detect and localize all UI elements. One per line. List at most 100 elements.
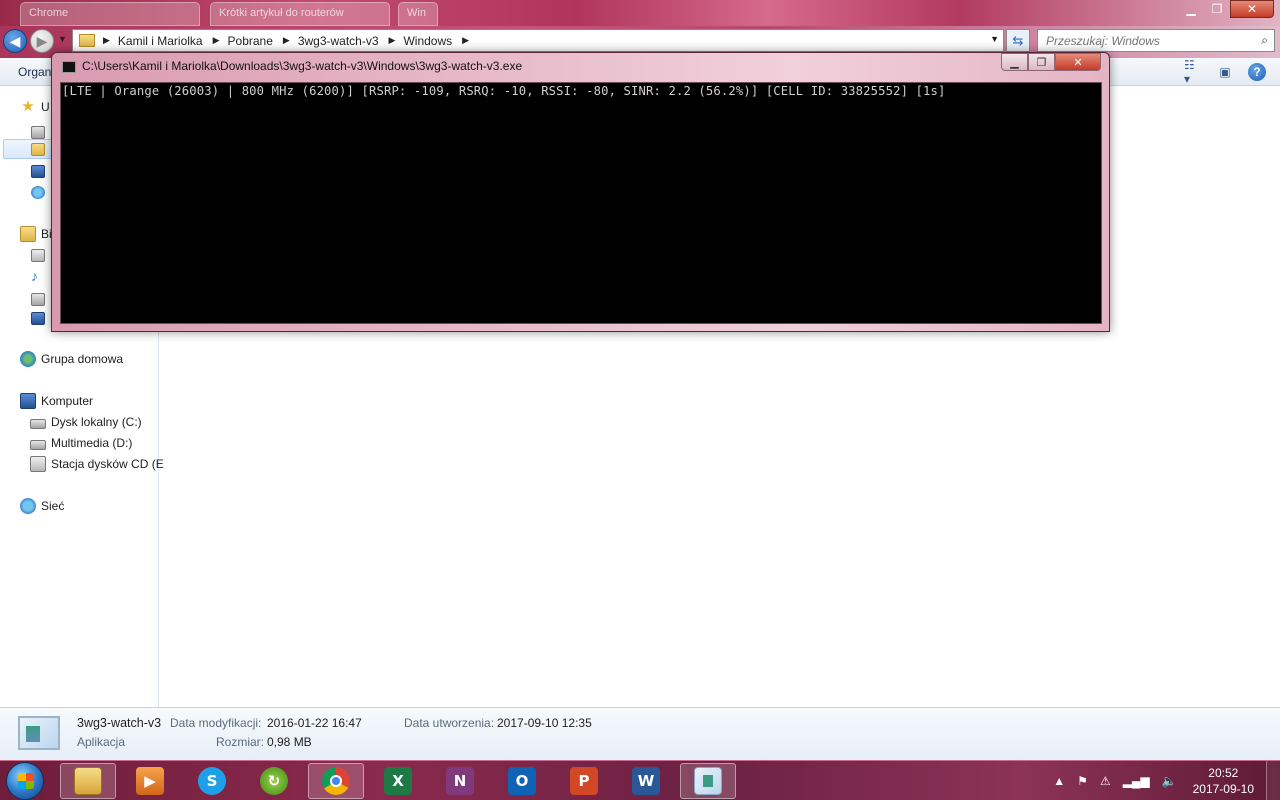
console-output-line: [LTE | Orange (26003) | 800 MHz (6200)] … — [62, 84, 946, 98]
taskbar: ▶ S ↻ X N O P W ▲ ⚑ ⚠ ▂▄▆ 🔈 20:52 2017-0… — [0, 760, 1280, 800]
nav-favorite-item[interactable] — [31, 161, 45, 181]
nav-library-videos[interactable] — [31, 308, 45, 328]
nav-library-music[interactable]: ♪ — [31, 266, 45, 286]
nav-drive-c[interactable]: Dysk lokalny (C:) — [30, 412, 142, 432]
taskbar-recycle[interactable]: ↻ — [246, 763, 302, 799]
word-icon: W — [632, 767, 660, 795]
console-output-area[interactable]: [LTE | Orange (26003) | 800 MHz (6200)] … — [60, 82, 1102, 324]
documents-icon — [31, 248, 45, 262]
action-center-flag-icon[interactable]: ⚑ — [1077, 774, 1088, 788]
chevron-right-icon[interactable]: ▶ — [103, 35, 110, 46]
refresh-button[interactable]: ⇆ — [1006, 29, 1030, 52]
chevron-right-icon[interactable]: ▶ — [462, 35, 469, 46]
signal-strength-icon[interactable]: ▂▄▆ — [1123, 774, 1150, 788]
recent-pages-dropdown[interactable]: ▼ — [58, 34, 67, 44]
computer-icon — [20, 393, 36, 409]
search-icon[interactable]: ⌕ — [1261, 33, 1268, 48]
arrow-left-icon: ◀ — [9, 32, 21, 49]
nav-label: Dysk lokalny (C:) — [51, 415, 142, 429]
file-type: Aplikacja — [77, 735, 126, 749]
close-button[interactable]: ✕ — [1230, 0, 1274, 18]
desktop-icon — [31, 125, 45, 139]
preview-pane-icon[interactable]: ▣ — [1216, 64, 1234, 80]
nav-favorite-item[interactable] — [31, 120, 45, 140]
chevron-right-icon[interactable]: ▶ — [283, 35, 290, 46]
console-maximize-button[interactable]: ❐ — [1028, 53, 1055, 71]
nav-library-documents[interactable] — [31, 245, 45, 265]
help-icon[interactable]: ? — [1248, 63, 1266, 81]
chevron-right-icon[interactable]: ▶ — [389, 35, 396, 46]
taskbar-explorer[interactable] — [60, 763, 116, 799]
cloud-icon — [31, 185, 45, 199]
skype-icon: S — [198, 767, 226, 795]
breadcrumb-item[interactable]: Pobrane — [228, 34, 273, 48]
browser-tab-chrome[interactable]: Chrome — [20, 2, 200, 26]
breadcrumb-item[interactable]: Windows — [403, 34, 452, 48]
address-bar[interactable]: ▶ Kamil i Mariolka ▶ Pobrane ▶ 3wg3-watc… — [72, 29, 1004, 52]
breadcrumb: ▶ Kamil i Mariolka ▶ Pobrane ▶ 3wg3-watc… — [103, 34, 477, 48]
show-hidden-icons-icon[interactable]: ▲ — [1053, 774, 1065, 788]
details-pane: 3wg3-watch-v3 Aplikacja Data modyfikacji… — [0, 707, 1280, 760]
start-button[interactable] — [6, 762, 44, 800]
breadcrumb-item[interactable]: 3wg3-watch-v3 — [298, 34, 379, 48]
console-minimize-button[interactable]: ▁ — [1001, 53, 1028, 71]
chevron-right-icon[interactable]: ▶ — [213, 35, 220, 46]
taskbar-chrome[interactable] — [308, 763, 364, 799]
created-label: Data utworzenia: — [404, 716, 495, 730]
taskbar-excel[interactable]: X — [370, 763, 426, 799]
console-window[interactable]: C:\Users\Kamil i Mariolka\Downloads\3wg3… — [51, 52, 1110, 332]
console-close-button[interactable]: ✕ — [1055, 53, 1101, 71]
nav-label: Multimedia (D:) — [51, 436, 133, 450]
search-box[interactable]: ⌕ — [1037, 29, 1275, 52]
nav-drive-cd[interactable]: Stacja dysków CD (E — [30, 454, 164, 474]
nav-homegroup[interactable]: Grupa domowa — [20, 349, 123, 369]
browser-tab-label: Win — [407, 7, 426, 19]
console-icon — [62, 61, 76, 73]
size-label: Rozmiar: — [216, 735, 265, 749]
nav-drive-d[interactable]: Multimedia (D:) — [30, 433, 132, 453]
address-dropdown-icon[interactable]: ▼ — [990, 34, 999, 44]
nav-downloads[interactable] — [31, 139, 45, 159]
browser-tab-win[interactable]: Win — [398, 2, 438, 26]
usb-device-icon[interactable]: ⚠ — [1100, 774, 1111, 788]
aero-title-strip: Chrome Krótki artykuł do routerów Win ▁ … — [0, 0, 1280, 26]
search-input[interactable] — [1046, 33, 1246, 48]
recent-places-icon — [31, 164, 45, 178]
browser-tab-article[interactable]: Krótki artykuł do routerów — [210, 2, 390, 26]
explorer-icon — [74, 767, 102, 795]
taskbar-word[interactable]: W — [618, 763, 674, 799]
show-desktop-button[interactable] — [1266, 761, 1280, 800]
taskbar-media[interactable]: ▶ — [122, 763, 178, 799]
network-icon — [20, 498, 36, 514]
minimize-button[interactable]: ▁ — [1178, 0, 1204, 18]
taskbar-powerpoint[interactable]: P — [556, 763, 612, 799]
forward-button[interactable]: ▶ — [30, 29, 54, 53]
onenote-icon: N — [446, 767, 474, 795]
view-options-icon[interactable]: ☷ ▾ — [1184, 58, 1202, 86]
taskbar-console-app[interactable] — [680, 763, 736, 799]
excel-icon: X — [384, 767, 412, 795]
nav-favorites[interactable]: ★ U — [20, 97, 50, 117]
nav-library-pictures[interactable] — [31, 287, 45, 307]
taskbar-outlook[interactable]: O — [494, 763, 550, 799]
taskbar-skype[interactable]: S — [184, 763, 240, 799]
powerpoint-icon: P — [570, 767, 598, 795]
nav-label: Grupa domowa — [41, 352, 124, 366]
breadcrumb-item[interactable]: Kamil i Mariolka — [118, 34, 203, 48]
nav-onedrive[interactable] — [31, 182, 45, 202]
taskbar-onenote[interactable]: N — [432, 763, 488, 799]
nav-label: U — [41, 100, 50, 114]
browser-tab-label: Krótki artykuł do routerów — [219, 7, 344, 19]
nav-computer[interactable]: Komputer — [20, 391, 93, 411]
file-name: 3wg3-watch-v3 — [77, 716, 162, 730]
outlook-icon: O — [508, 767, 536, 795]
music-icon: ♪ — [31, 267, 38, 284]
nav-network[interactable]: Sieć — [20, 496, 64, 516]
volume-icon[interactable]: 🔈 — [1162, 774, 1177, 788]
nav-libraries[interactable]: Bi — [20, 224, 52, 244]
back-button[interactable]: ◀ — [3, 29, 27, 53]
organize-button[interactable]: Organ — [18, 65, 51, 79]
cd-drive-icon — [30, 456, 46, 472]
maximize-button[interactable]: ❐ — [1204, 0, 1230, 18]
clock[interactable]: 20:52 2017-09-10 — [1193, 765, 1254, 797]
